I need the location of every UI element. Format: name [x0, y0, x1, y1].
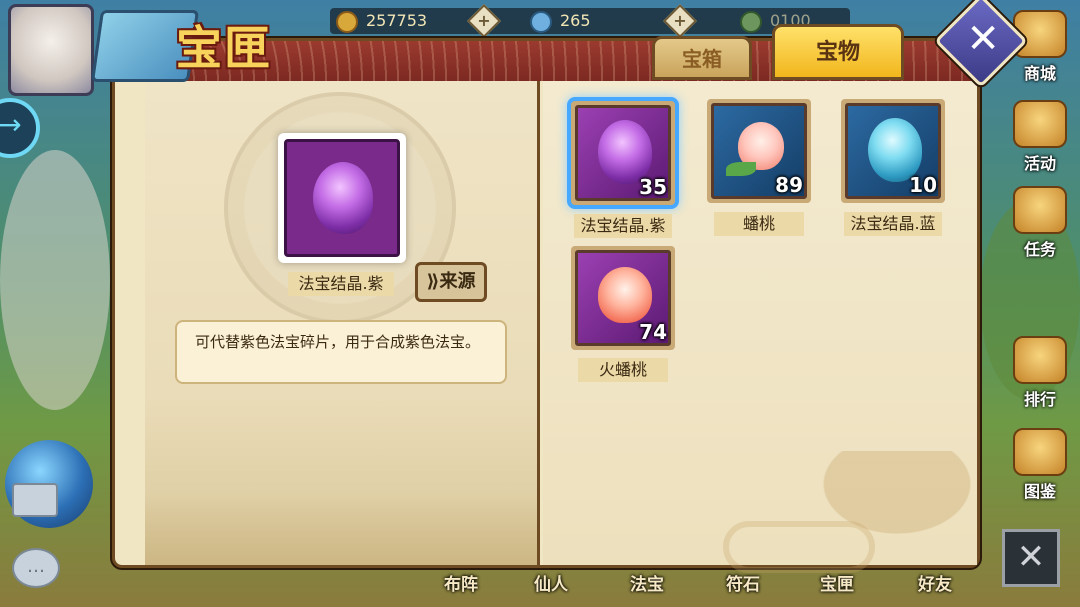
item-count: 74 [639, 320, 667, 344]
purple-crystal-icon [313, 162, 373, 234]
panel-title: 宝匣 [176, 21, 272, 75]
source-label: 来源 [439, 271, 476, 292]
gold-value: 257753 [366, 11, 428, 30]
gem-value: 265 [560, 11, 591, 30]
player-avatar[interactable] [8, 4, 94, 96]
item-name: 法宝结晶.紫 [574, 214, 672, 238]
tab-treasure[interactable]: 宝物 [772, 24, 904, 80]
nav-treasure-box[interactable]: 宝匣 [820, 570, 854, 595]
close-icon: ✕ [966, 15, 1000, 62]
item-count: 35 [639, 175, 667, 199]
decorative-cloud [723, 521, 875, 573]
item-count: 10 [909, 173, 937, 197]
nav-artifacts[interactable]: 法宝 [630, 570, 664, 595]
leaf-icon [726, 162, 756, 176]
side-menu-label: 活动 [1023, 154, 1056, 173]
gem-counter: 265 [530, 10, 591, 33]
side-menu-ranking[interactable]: 排行 [1008, 336, 1072, 410]
fire-peach-icon [598, 267, 652, 323]
gold-coin-icon [336, 10, 358, 33]
grid-item[interactable]: 35 [571, 101, 675, 205]
source-arrow-icon: ⟫ [426, 271, 440, 292]
side-menu-label: 任务 [1023, 240, 1056, 259]
quest-icon [1013, 186, 1067, 234]
tab-chest[interactable]: 宝箱 [652, 36, 752, 80]
side-menu-event[interactable]: 活动 [1008, 100, 1072, 174]
item-name: 法宝结晶.蓝 [844, 212, 942, 236]
stamina-icon [740, 10, 762, 33]
background-character [0, 150, 110, 410]
selected-item-name: 法宝结晶.紫 [288, 272, 394, 296]
bottom-nav: 布阵 仙人 法宝 符石 宝匣 好友 [430, 568, 990, 598]
corner-close-button[interactable]: ✕ [1002, 529, 1060, 587]
gem-icon [530, 10, 552, 33]
grid-item[interactable]: 10 [841, 99, 945, 203]
selected-item-frame [278, 133, 406, 263]
side-menu-codex[interactable]: 图鉴 [1008, 428, 1072, 502]
item-count: 89 [775, 173, 803, 197]
nav-friends[interactable]: 好友 [918, 570, 952, 595]
source-button[interactable]: ⟫来源 [415, 262, 487, 302]
side-menu-label: 图鉴 [1023, 482, 1056, 501]
side-menu-label: 商城 [1023, 64, 1056, 83]
nav-immortals[interactable]: 仙人 [534, 570, 568, 595]
grid-item[interactable]: 74 [571, 246, 675, 350]
item-description: 可代替紫色法宝碎片，用于合成紫色法宝。 [175, 320, 507, 384]
side-menu-label: 排行 [1023, 390, 1056, 409]
nav-runes[interactable]: 符石 [726, 570, 760, 595]
codex-icon [1013, 428, 1067, 476]
expand-arrow-icon[interactable]: → [0, 98, 40, 158]
gold-counter: 257753 [336, 10, 428, 33]
event-icon [1013, 100, 1067, 148]
nav-formation[interactable]: 布阵 [444, 570, 478, 595]
side-menu-quest[interactable]: 任务 [1008, 186, 1072, 260]
item-name: 蟠桃 [714, 212, 804, 236]
mail-icon[interactable] [12, 483, 58, 517]
ranking-icon [1013, 336, 1067, 384]
item-name: 火蟠桃 [578, 358, 668, 382]
chat-icon[interactable]: … [12, 548, 60, 588]
grid-item[interactable]: 89 [707, 99, 811, 203]
